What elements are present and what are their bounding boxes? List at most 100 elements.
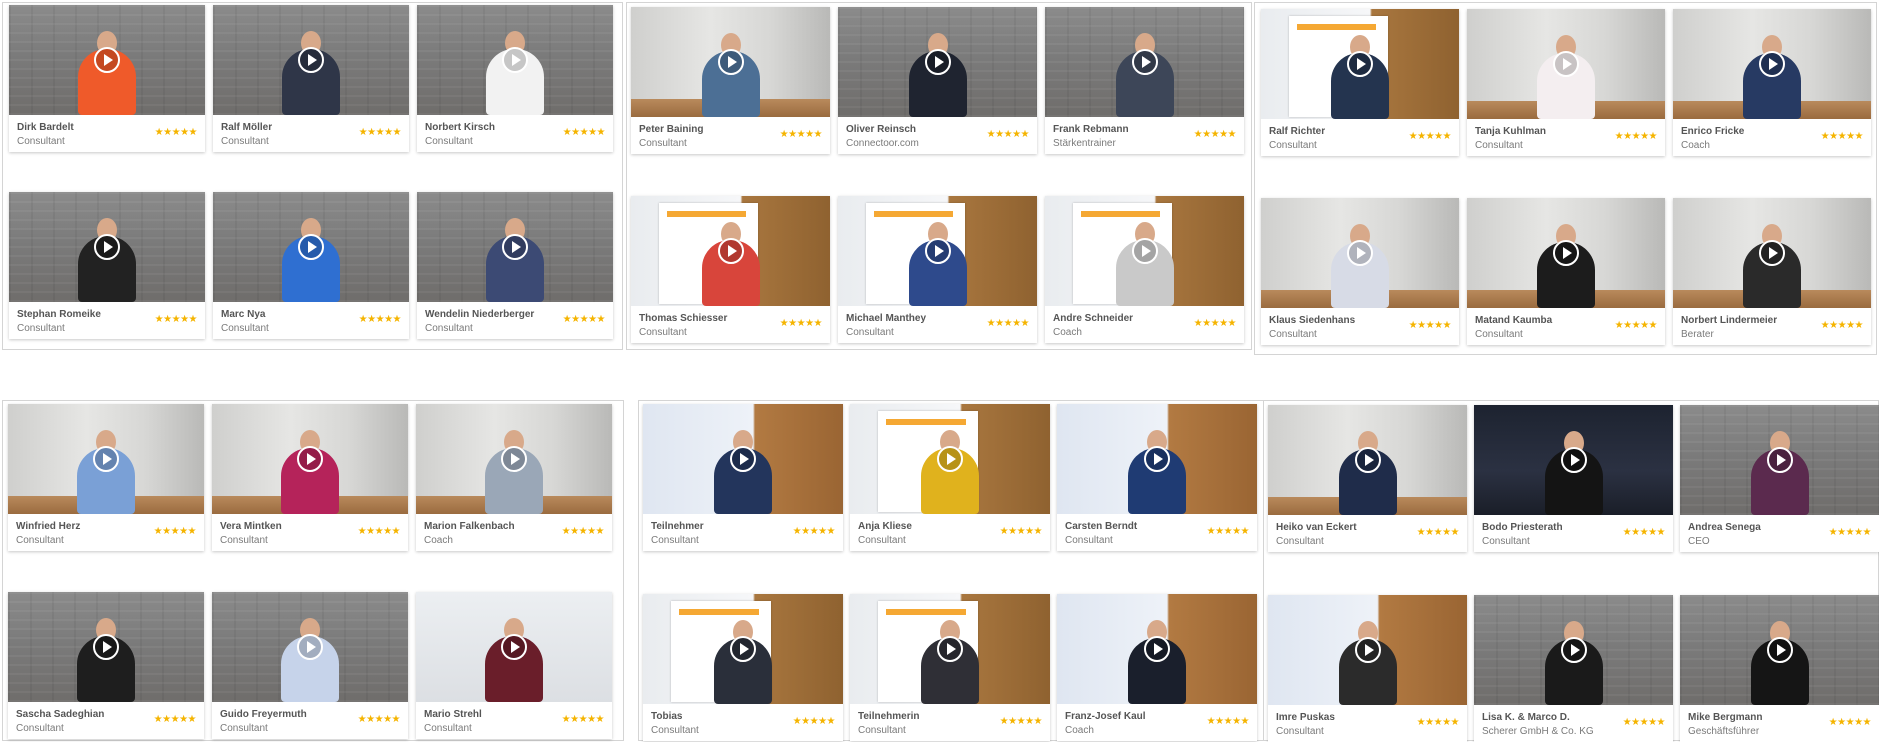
play-icon[interactable] bbox=[1347, 51, 1373, 77]
video-thumbnail[interactable] bbox=[850, 404, 1050, 514]
video-thumbnail[interactable] bbox=[1268, 595, 1467, 705]
video-card[interactable]: Peter Baining Consultant ★★★★★ bbox=[631, 7, 830, 154]
video-thumbnail[interactable] bbox=[838, 196, 1037, 306]
video-card[interactable]: Sascha Sadeghian Consultant ★★★★★ bbox=[8, 592, 204, 739]
play-icon[interactable] bbox=[502, 234, 528, 260]
video-card[interactable]: Stephan Romeike Consultant ★★★★★ bbox=[9, 192, 205, 339]
video-card[interactable]: Guido Freyermuth Consultant ★★★★★ bbox=[212, 592, 408, 739]
video-thumbnail[interactable] bbox=[1261, 9, 1459, 119]
video-card[interactable]: Bodo Priesterath Consultant ★★★★★ bbox=[1474, 405, 1673, 552]
video-thumbnail[interactable] bbox=[631, 7, 830, 117]
play-icon[interactable] bbox=[1553, 240, 1579, 266]
video-card[interactable]: Teilnehmer Consultant ★★★★★ bbox=[643, 404, 843, 551]
play-icon[interactable] bbox=[1759, 51, 1785, 77]
video-thumbnail[interactable] bbox=[1474, 405, 1673, 515]
play-icon[interactable] bbox=[298, 234, 324, 260]
video-thumbnail[interactable] bbox=[1680, 405, 1879, 515]
play-icon[interactable] bbox=[730, 446, 756, 472]
play-icon[interactable] bbox=[1354, 447, 1381, 473]
play-icon[interactable] bbox=[501, 634, 527, 660]
video-card[interactable]: Marc Nya Consultant ★★★★★ bbox=[213, 192, 409, 339]
video-card[interactable]: Enrico Fricke Coach ★★★★★ bbox=[1673, 9, 1871, 156]
video-thumbnail[interactable] bbox=[1680, 595, 1879, 705]
video-card[interactable]: Klaus Siedenhans Consultant ★★★★★ bbox=[1261, 198, 1459, 345]
video-card[interactable]: Marion Falkenbach Coach ★★★★★ bbox=[416, 404, 612, 551]
video-card[interactable]: Andre Schneider Coach ★★★★★ bbox=[1045, 196, 1244, 343]
play-icon[interactable] bbox=[1553, 51, 1579, 77]
video-thumbnail[interactable] bbox=[643, 404, 843, 514]
play-icon[interactable] bbox=[1759, 240, 1785, 266]
video-thumbnail[interactable] bbox=[1673, 198, 1871, 308]
video-thumbnail[interactable] bbox=[9, 192, 205, 302]
play-icon[interactable] bbox=[502, 47, 528, 73]
video-card[interactable]: Franz-Josef Kaul Coach ★★★★★ bbox=[1057, 594, 1257, 741]
video-thumbnail[interactable] bbox=[1045, 7, 1244, 117]
video-thumbnail[interactable] bbox=[1057, 594, 1257, 704]
play-icon[interactable] bbox=[924, 49, 951, 75]
video-thumbnail[interactable] bbox=[838, 7, 1037, 117]
video-card[interactable]: Mario Strehl Consultant ★★★★★ bbox=[416, 592, 612, 739]
video-thumbnail[interactable] bbox=[1268, 405, 1467, 515]
video-thumbnail[interactable] bbox=[1045, 196, 1244, 306]
play-icon[interactable] bbox=[1354, 637, 1381, 663]
video-thumbnail[interactable] bbox=[1057, 404, 1257, 514]
video-card[interactable]: Tanja Kuhlman Consultant ★★★★★ bbox=[1467, 9, 1665, 156]
video-thumbnail[interactable] bbox=[1467, 9, 1665, 119]
video-card[interactable]: Vera Mintken Consultant ★★★★★ bbox=[212, 404, 408, 551]
video-thumbnail[interactable] bbox=[212, 404, 408, 514]
video-card[interactable]: Matand Kaumba Consultant ★★★★★ bbox=[1467, 198, 1665, 345]
video-card[interactable]: Anja Kliese Consultant ★★★★★ bbox=[850, 404, 1050, 551]
play-icon[interactable] bbox=[1347, 240, 1373, 266]
video-card[interactable]: Carsten Berndt Consultant ★★★★★ bbox=[1057, 404, 1257, 551]
play-icon[interactable] bbox=[937, 636, 963, 662]
video-card[interactable]: Dirk Bardelt Consultant ★★★★★ bbox=[9, 5, 205, 152]
video-card[interactable]: Wendelin Niederberger Consultant ★★★★★ bbox=[417, 192, 613, 339]
play-icon[interactable] bbox=[1766, 447, 1793, 473]
video-thumbnail[interactable] bbox=[416, 404, 612, 514]
video-card[interactable]: Imre Puskas Consultant ★★★★★ bbox=[1268, 595, 1467, 742]
video-card[interactable]: Michael Manthey Consultant ★★★★★ bbox=[838, 196, 1037, 343]
video-card[interactable]: Lisa K. & Marco D. Scherer GmbH & Co. KG… bbox=[1474, 595, 1673, 742]
video-thumbnail[interactable] bbox=[9, 5, 205, 115]
video-thumbnail[interactable] bbox=[1474, 595, 1673, 705]
video-card[interactable]: Oliver Reinsch Connectoor.com ★★★★★ bbox=[838, 7, 1037, 154]
video-card[interactable]: Norbert Lindermeier Berater ★★★★★ bbox=[1673, 198, 1871, 345]
play-icon[interactable] bbox=[93, 634, 119, 660]
video-thumbnail[interactable] bbox=[212, 592, 408, 702]
video-card[interactable]: Norbert Kirsch Consultant ★★★★★ bbox=[417, 5, 613, 152]
video-card[interactable]: Teilnehmerin Consultant ★★★★★ bbox=[850, 594, 1050, 741]
play-icon[interactable] bbox=[1131, 238, 1158, 264]
video-thumbnail[interactable] bbox=[850, 594, 1050, 704]
play-icon[interactable] bbox=[730, 636, 756, 662]
play-icon[interactable] bbox=[1144, 446, 1170, 472]
video-thumbnail[interactable] bbox=[213, 5, 409, 115]
video-thumbnail[interactable] bbox=[643, 594, 843, 704]
play-icon[interactable] bbox=[717, 49, 744, 75]
play-icon[interactable] bbox=[94, 47, 120, 73]
video-thumbnail[interactable] bbox=[213, 192, 409, 302]
play-icon[interactable] bbox=[1144, 636, 1170, 662]
video-thumbnail[interactable] bbox=[8, 404, 204, 514]
play-icon[interactable] bbox=[501, 446, 527, 472]
play-icon[interactable] bbox=[93, 446, 119, 472]
video-card[interactable]: Ralf Möller Consultant ★★★★★ bbox=[213, 5, 409, 152]
play-icon[interactable] bbox=[1766, 637, 1793, 663]
video-thumbnail[interactable] bbox=[631, 196, 830, 306]
play-icon[interactable] bbox=[297, 634, 323, 660]
play-icon[interactable] bbox=[297, 446, 323, 472]
play-icon[interactable] bbox=[717, 238, 744, 264]
video-thumbnail[interactable] bbox=[1261, 198, 1459, 308]
video-thumbnail[interactable] bbox=[1673, 9, 1871, 119]
play-icon[interactable] bbox=[1131, 49, 1158, 75]
play-icon[interactable] bbox=[937, 446, 963, 472]
video-card[interactable]: Thomas Schiesser Consultant ★★★★★ bbox=[631, 196, 830, 343]
video-thumbnail[interactable] bbox=[8, 592, 204, 702]
video-thumbnail[interactable] bbox=[417, 192, 613, 302]
video-thumbnail[interactable] bbox=[1467, 198, 1665, 308]
video-card[interactable]: Frank Rebmann Stärkentrainer ★★★★★ bbox=[1045, 7, 1244, 154]
video-card[interactable]: Winfried Herz Consultant ★★★★★ bbox=[8, 404, 204, 551]
video-card[interactable]: Heiko van Eckert Consultant ★★★★★ bbox=[1268, 405, 1467, 552]
play-icon[interactable] bbox=[1560, 637, 1587, 663]
play-icon[interactable] bbox=[298, 47, 324, 73]
video-card[interactable]: Andrea Senega CEO ★★★★★ bbox=[1680, 405, 1879, 552]
